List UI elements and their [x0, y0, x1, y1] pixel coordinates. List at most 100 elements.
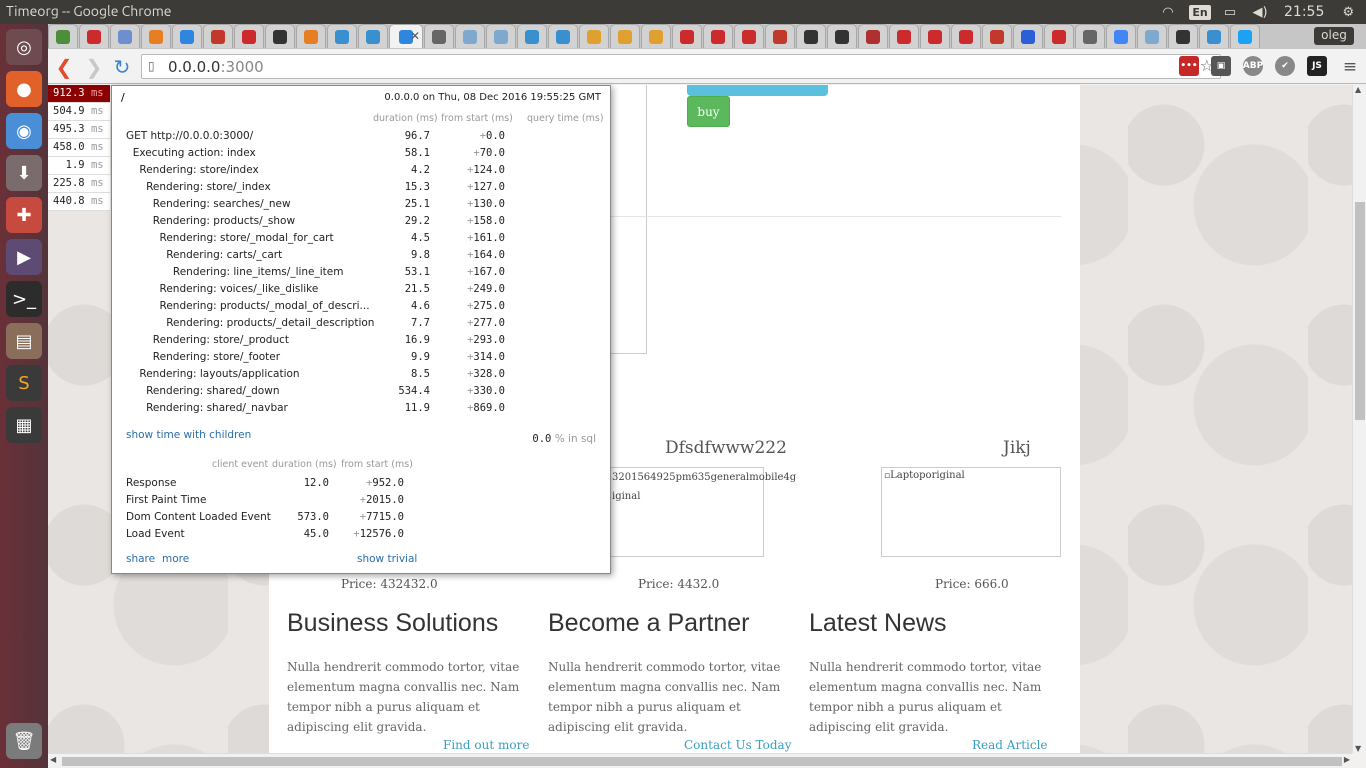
- chrome-menu-icon[interactable]: ≡: [1338, 55, 1362, 79]
- contact-us-link[interactable]: Contact Us Today: [684, 738, 791, 752]
- trash-icon[interactable]: 🗑: [6, 723, 42, 759]
- browser-tab[interactable]: [327, 24, 357, 48]
- timing-step-name[interactable]: Rendering: shared/_down: [146, 385, 279, 397]
- system-settings-icon[interactable]: ✚: [6, 197, 42, 233]
- browser-tab[interactable]: [1199, 24, 1229, 48]
- timing-step-name[interactable]: Rendering: searches/_new: [153, 198, 291, 210]
- browser-tab[interactable]: [889, 24, 919, 48]
- browser-tab[interactable]: [79, 24, 109, 48]
- chrome-icon[interactable]: ◉: [6, 113, 42, 149]
- browser-tab[interactable]: [579, 24, 609, 48]
- tab-close-icon[interactable]: ✕: [410, 29, 420, 43]
- browser-tab[interactable]: [982, 24, 1012, 48]
- timing-step-name[interactable]: Rendering: products/_show: [153, 215, 295, 227]
- media-player-icon[interactable]: ▶: [6, 239, 42, 275]
- timing-step-name[interactable]: GET http://0.0.0.0:3000/: [126, 130, 253, 142]
- scroll-down-arrow-icon[interactable]: ▼: [1355, 744, 1361, 753]
- browser-tab[interactable]: [203, 24, 233, 48]
- find-out-more-link[interactable]: Find out more: [443, 738, 529, 752]
- profiler-timing-button[interactable]: 225.8 ms: [48, 175, 110, 193]
- timing-step-name[interactable]: Executing action: index: [133, 147, 256, 159]
- dash-home-icon[interactable]: ◎: [6, 29, 42, 65]
- wifi-icon[interactable]: ◠: [1158, 3, 1178, 21]
- browser-tab[interactable]: [641, 24, 671, 48]
- browser-tab[interactable]: [1168, 24, 1198, 48]
- browser-tab[interactable]: [110, 24, 140, 48]
- browser-tab[interactable]: [672, 24, 702, 48]
- firefox-icon[interactable]: ●: [6, 71, 42, 107]
- show-trivial-link[interactable]: show trivial: [357, 553, 417, 565]
- keyboard-layout-indicator[interactable]: En: [1189, 3, 1211, 21]
- profile-user-button[interactable]: oleg: [1314, 27, 1354, 45]
- browser-tab[interactable]: [548, 24, 578, 48]
- timing-step-name[interactable]: Rendering: products/_modal_of_descri...: [160, 300, 370, 312]
- read-article-link[interactable]: Read Article: [972, 738, 1048, 752]
- profiler-timing-button[interactable]: 458.0 ms: [48, 139, 110, 157]
- browser-tab[interactable]: [610, 24, 640, 48]
- browser-tab[interactable]: [1044, 24, 1074, 48]
- horizontal-scroll-thumb[interactable]: [62, 757, 1342, 766]
- browser-tab[interactable]: [358, 24, 388, 48]
- browser-tab[interactable]: [951, 24, 981, 48]
- product-title[interactable]: Dfsdfwww222: [665, 438, 787, 458]
- timing-step-name[interactable]: Rendering: store/_product: [153, 334, 289, 346]
- browser-tab[interactable]: [296, 24, 326, 48]
- timing-step-name[interactable]: Rendering: carts/_cart: [166, 249, 282, 261]
- clipboard-extension-icon[interactable]: ▣: [1211, 56, 1231, 76]
- back-arrow-icon[interactable]: ❮: [52, 55, 76, 79]
- browser-tab[interactable]: [1013, 24, 1043, 48]
- browser-tab[interactable]: [141, 24, 171, 48]
- vertical-scroll-thumb[interactable]: [1355, 202, 1365, 420]
- browser-tab[interactable]: [796, 24, 826, 48]
- installer-icon[interactable]: ⬇: [6, 155, 42, 191]
- browser-tab[interactable]: [1230, 24, 1260, 48]
- browser-tab[interactable]: [234, 24, 264, 48]
- battery-icon[interactable]: ▭: [1220, 3, 1240, 21]
- scroll-right-arrow-icon[interactable]: ▶: [1344, 755, 1350, 764]
- browser-tab[interactable]: [424, 24, 454, 48]
- product-title[interactable]: Jikj: [1003, 438, 1031, 458]
- profiler-timing-button[interactable]: 495.3 ms: [48, 121, 110, 139]
- js-extension-icon[interactable]: JS: [1307, 56, 1327, 76]
- clock[interactable]: 21:55: [1284, 4, 1324, 20]
- browser-tab[interactable]: [858, 24, 888, 48]
- browser-tab[interactable]: [827, 24, 857, 48]
- share-link[interactable]: share: [126, 553, 155, 565]
- timing-step-name[interactable]: Rendering: store/_footer: [153, 351, 280, 363]
- address-bar[interactable]: ▯ 0.0.0.0:3000 ⌕ ☆: [141, 54, 1221, 79]
- forward-arrow-icon[interactable]: ❯: [82, 55, 106, 79]
- profiler-timing-button[interactable]: 440.8 ms: [48, 193, 110, 211]
- video-editor-icon[interactable]: ▦: [6, 407, 42, 443]
- browser-tab[interactable]: [455, 24, 485, 48]
- profiler-timing-button[interactable]: 1.9 ms: [48, 157, 110, 175]
- browser-tab[interactable]: [172, 24, 202, 48]
- timing-step-name[interactable]: Rendering: store/index: [139, 164, 258, 176]
- scroll-up-arrow-icon[interactable]: ▲: [1355, 85, 1361, 94]
- vertical-scrollbar[interactable]: ▲ ▼: [1352, 85, 1366, 753]
- browser-tab[interactable]: [1137, 24, 1167, 48]
- browser-tab[interactable]: [517, 24, 547, 48]
- timing-step-name[interactable]: Rendering: store/_modal_for_cart: [160, 232, 334, 244]
- browser-tab[interactable]: [48, 24, 78, 48]
- browser-tab[interactable]: [1106, 24, 1136, 48]
- browser-tab[interactable]: [486, 24, 516, 48]
- files-icon[interactable]: ▤: [6, 323, 42, 359]
- check-extension-icon[interactable]: ✔: [1275, 56, 1295, 76]
- product-image[interactable]: 3201564925pm635generalmobile4g iginal: [609, 467, 796, 557]
- more-link[interactable]: more: [162, 553, 189, 565]
- browser-tab[interactable]: [734, 24, 764, 48]
- lastpass-icon[interactable]: •••: [1179, 56, 1199, 76]
- settings-gear-icon[interactable]: ⚙: [1338, 3, 1358, 21]
- timing-step-name[interactable]: Rendering: products/_detail_description: [166, 317, 374, 329]
- adblock-icon[interactable]: ABP: [1243, 56, 1263, 76]
- profiler-timing-button[interactable]: 912.3 ms: [48, 85, 110, 103]
- profiler-timing-button[interactable]: 504.9 ms: [48, 103, 110, 121]
- sublime-text-icon[interactable]: S: [6, 365, 42, 401]
- scroll-left-arrow-icon[interactable]: ◀: [50, 755, 56, 764]
- terminal-icon[interactable]: >_: [6, 281, 42, 317]
- add-to-cart-button[interactable]: [687, 85, 828, 96]
- show-time-with-children-link[interactable]: show time with children: [126, 429, 251, 441]
- timing-step-name[interactable]: Rendering: voices/_like_dislike: [160, 283, 319, 295]
- timing-step-name[interactable]: Rendering: store/_index: [146, 181, 271, 193]
- browser-tab[interactable]: [765, 24, 795, 48]
